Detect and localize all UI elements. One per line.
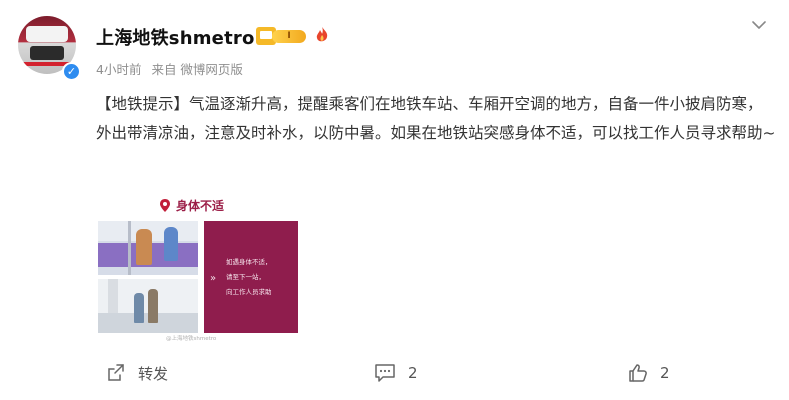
post-time[interactable]: 4小时前 <box>96 62 141 77</box>
like-count: 2 <box>660 364 670 382</box>
image-panel-station <box>98 279 198 333</box>
share-icon <box>108 364 124 381</box>
post-meta: 4小时前 来自 微博网页版 <box>96 59 249 78</box>
fire-badge-icon[interactable] <box>314 26 330 44</box>
notice-text: 如遇身体不适， 请至下一站， 向工作人员求助 <box>226 258 272 296</box>
like-button[interactable]: 2 <box>628 356 670 390</box>
author-name[interactable]: 上海地铁shmetro <box>96 24 255 50</box>
post-source: 来自 微博网页版 <box>151 62 243 77</box>
image-title: 身体不适 <box>176 198 225 213</box>
image-title-row: 身体不适 <box>160 197 224 213</box>
post-text: 【地铁提示】气温逐渐升高，提醒乘客们在地铁车站、车厢开空调的地方，自备一件小披肩… <box>96 95 776 142</box>
level-badge[interactable]: I <box>272 30 306 43</box>
share-label: 转发 <box>138 364 169 383</box>
post-image[interactable]: 身体不适 » 如遇身体不适， 请至下一站， 向工作人员求助 @上海地铁shmetro <box>98 190 298 342</box>
verified-badge-icon: ✓ <box>62 62 81 81</box>
action-bar: 转发 2 2 <box>0 356 789 390</box>
comment-count: 2 <box>408 364 418 382</box>
image-panel-train <box>98 221 198 275</box>
location-pin-icon <box>160 198 170 212</box>
comment-button[interactable]: 2 <box>374 356 418 390</box>
share-button[interactable]: 转发 <box>106 356 168 390</box>
comment-icon <box>375 364 395 382</box>
thumbs-up-icon <box>629 364 647 382</box>
image-panel-notice: » 如遇身体不适， 请至下一站， 向工作人员求助 <box>204 221 298 333</box>
weibo-post: ✓ 上海地铁shmetro I 4小时前 来自 微博网页版 【地铁提示】气温逐渐… <box>0 0 789 400</box>
chevron-down-icon[interactable] <box>750 18 768 32</box>
image-watermark: @上海地铁shmetro <box>166 336 217 342</box>
arrows-icon: » <box>210 273 217 284</box>
